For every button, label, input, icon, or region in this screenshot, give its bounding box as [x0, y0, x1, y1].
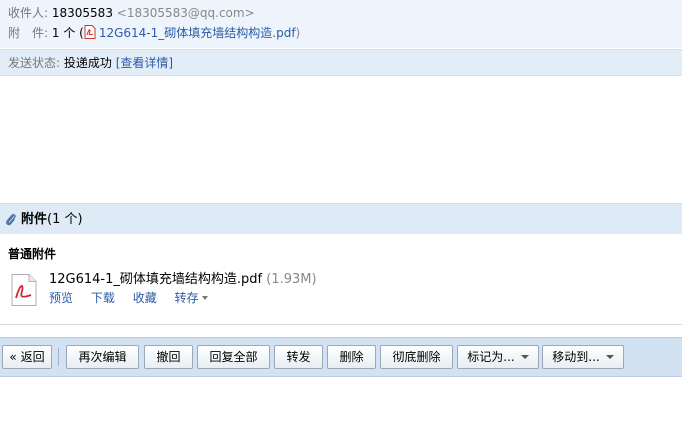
attachment-count: 1 个 (	[51, 26, 84, 40]
forward-button[interactable]: 转发	[274, 345, 323, 369]
reply-all-button[interactable]: 回复全部	[197, 345, 270, 369]
back-button[interactable]: « 返回	[2, 345, 52, 369]
delete-button[interactable]: 删除	[327, 345, 376, 369]
chevron-down-icon	[201, 296, 208, 300]
move-to-dropdown[interactable]: 移动到...	[542, 345, 624, 369]
content-divider	[0, 324, 682, 325]
recipient-label: 收件人:	[8, 6, 49, 20]
download-link[interactable]: 下载	[91, 291, 115, 305]
attachment-row: 附 件: 1 个 ( 12G614-1_砌体填充墙结构构造.pdf)	[8, 24, 300, 42]
pdf-icon	[84, 25, 96, 39]
edit-again-button[interactable]: 再次编辑	[66, 345, 139, 369]
attachments-header: 附件(1 个)	[0, 203, 682, 234]
mail-toolbar: « 返回 再次编辑 撤回 回复全部 转发 删除 彻底删除 标记为... 移动到.…	[0, 337, 682, 377]
preview-link[interactable]: 预览	[49, 291, 73, 305]
send-status-bar: 发送状态: 投递成功 [查看详情]	[0, 49, 682, 76]
attachments-title: 附件(1 个)	[21, 211, 83, 228]
favorite-link[interactable]: 收藏	[133, 291, 157, 305]
pdf-file-icon	[11, 274, 37, 306]
send-status-row: 发送状态: 投递成功 [查看详情]	[8, 54, 173, 72]
attachments-count: (1 个)	[47, 212, 83, 227]
chevron-down-icon	[520, 355, 529, 359]
recipient-row: 收件人: 18305583 <18305583@qq.com>	[8, 4, 255, 22]
attachment-actions: 预览 下载 收藏 转存	[49, 290, 222, 306]
send-status-label: 发送状态:	[8, 56, 61, 70]
attachment-file-name[interactable]: 12G614-1_砌体填充墙结构构造.pdf	[49, 272, 262, 287]
chevron-down-icon	[605, 355, 614, 359]
attachment-label: 附 件:	[8, 26, 49, 40]
recall-button[interactable]: 撤回	[144, 345, 193, 369]
paperclip-icon	[6, 213, 16, 226]
save-to-label: 转存	[174, 291, 199, 305]
attachment-file-link[interactable]: 12G614-1_砌体填充墙结构构造.pdf	[99, 26, 296, 40]
attachment-file-size: (1.93M)	[266, 272, 317, 287]
attachments-title-text: 附件	[21, 212, 48, 227]
attachment-file-name-row: 12G614-1_砌体填充墙结构构造.pdf (1.93M)	[49, 271, 317, 288]
mark-as-dropdown[interactable]: 标记为...	[457, 345, 539, 369]
view-details-link[interactable]: [查看详情]	[116, 56, 173, 70]
send-status-value: 投递成功	[63, 56, 112, 70]
mark-as-label: 标记为...	[467, 350, 515, 364]
recipient-name[interactable]: 18305583	[52, 6, 113, 20]
delete-permanently-button[interactable]: 彻底删除	[380, 345, 453, 369]
save-to-link[interactable]: 转存	[175, 291, 208, 305]
mail-header: 收件人: 18305583 <18305583@qq.com> 附 件: 1 个…	[0, 0, 682, 48]
attachment-close: )	[295, 26, 301, 40]
recipient-email: <18305583@qq.com>	[116, 6, 255, 20]
toolbar-separator	[58, 348, 59, 366]
normal-attachments-title: 普通附件	[8, 247, 57, 261]
move-to-label: 移动到...	[552, 350, 600, 364]
